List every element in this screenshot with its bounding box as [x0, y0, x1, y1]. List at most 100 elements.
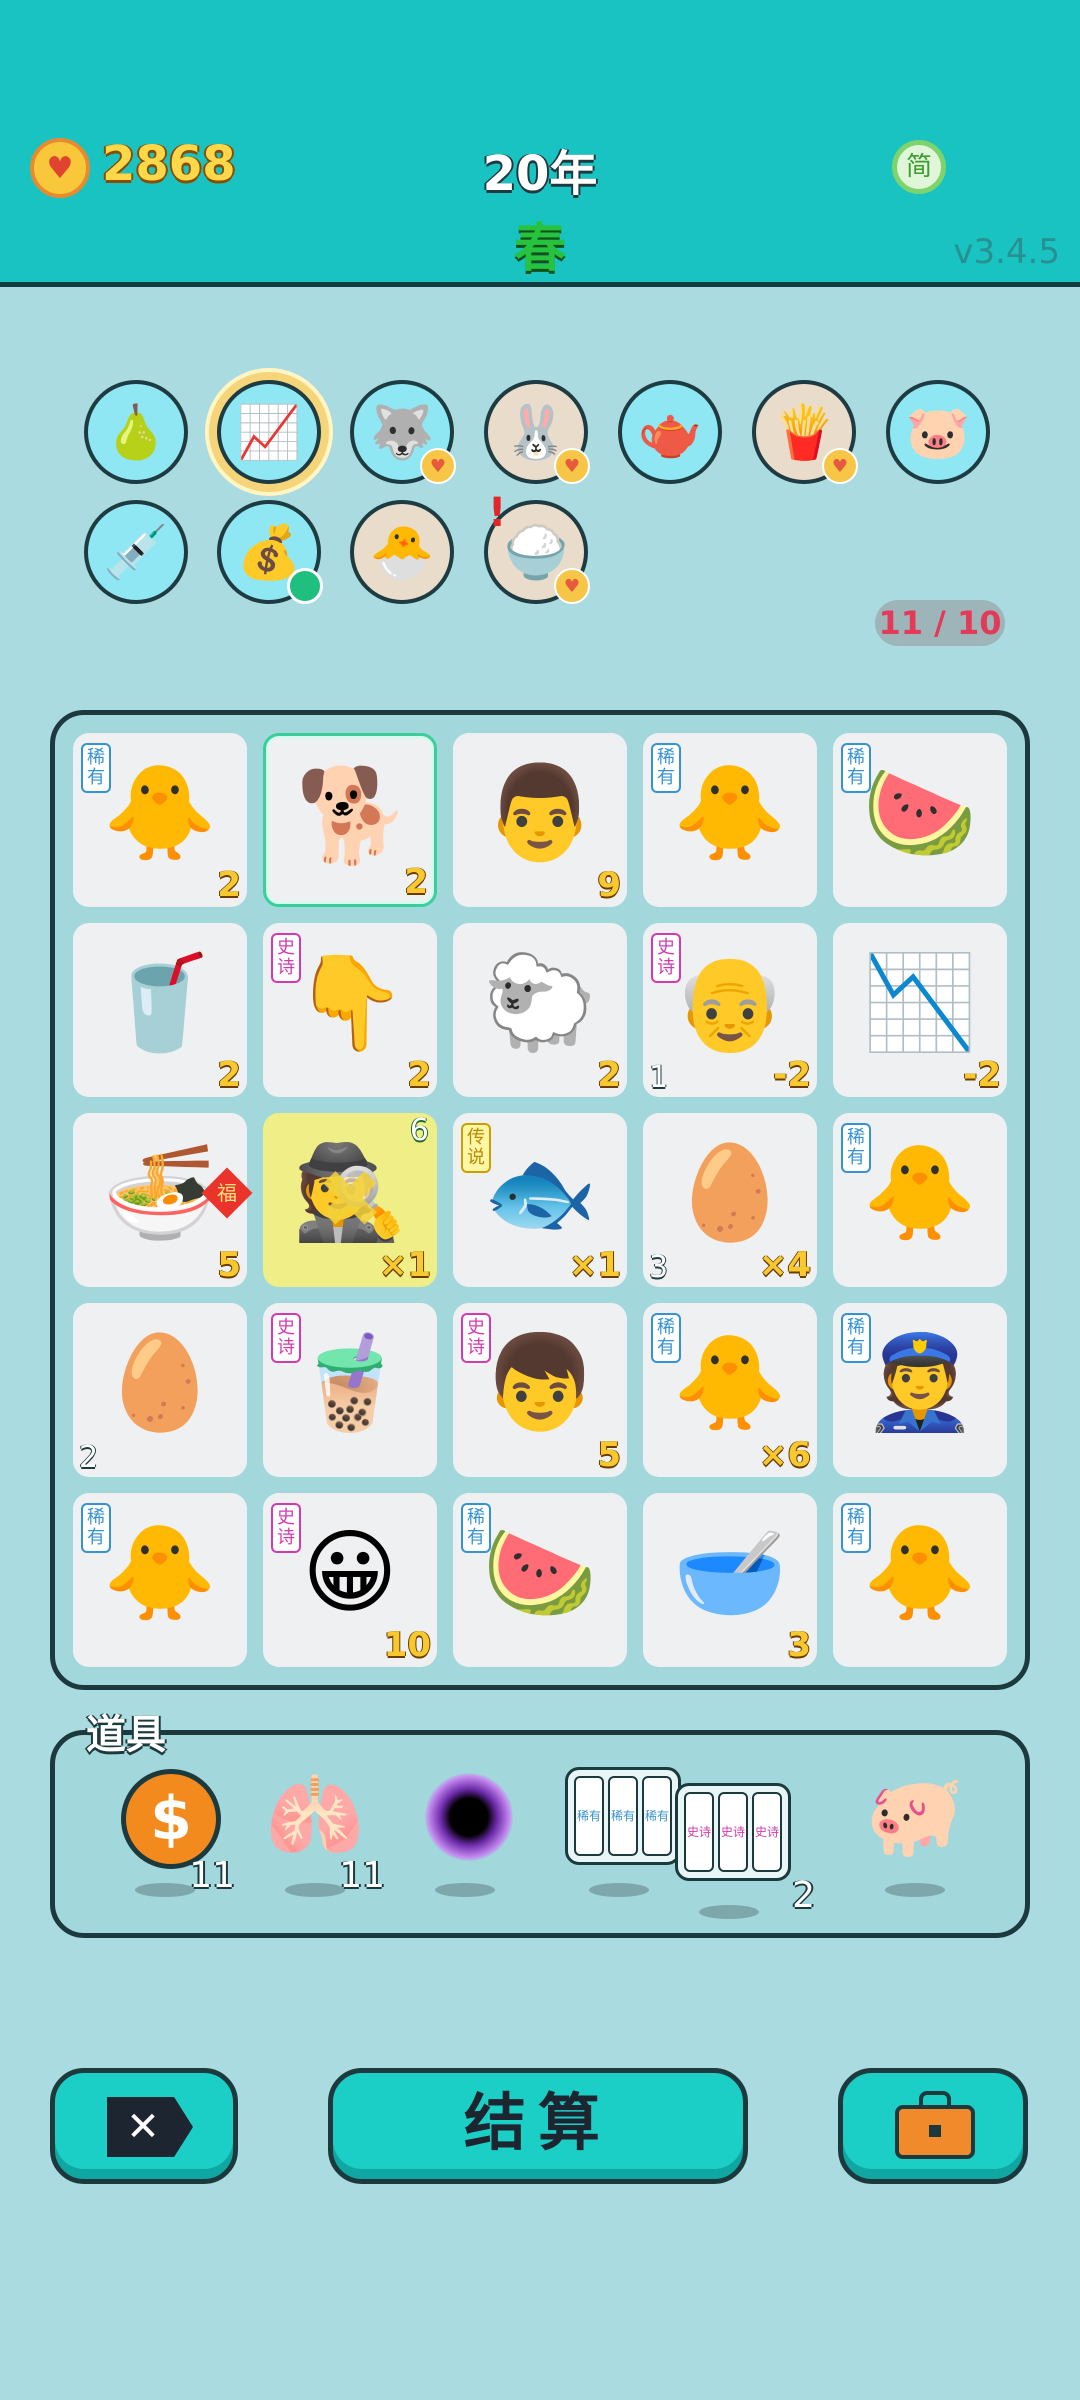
board-cell[interactable]: 🐟 传说 ×1: [453, 1113, 627, 1287]
owned-item-icon: 🍐: [103, 402, 169, 463]
tool-epic-cards[interactable]: 史诗 史诗 史诗 2: [675, 1775, 815, 1925]
settle-label: 结算: [463, 2086, 612, 2159]
rare-card: 稀有: [574, 1776, 604, 1856]
cell-value: 5: [217, 1245, 241, 1285]
settle-button[interactable]: 结算: [328, 2068, 748, 2184]
cell-value: 5: [597, 1435, 621, 1475]
rarity-tag: 稀有: [81, 1503, 111, 1553]
board-cell[interactable]: 🐥 稀有 ×6: [643, 1303, 817, 1477]
board-cell[interactable]: 🐑 2: [453, 923, 627, 1097]
cell-value: 2: [597, 1055, 621, 1095]
board-cell[interactable]: 🍉 稀有: [833, 733, 1007, 907]
board-cell[interactable]: 🐥 稀有: [833, 1113, 1007, 1287]
board-cell[interactable]: 🐥 稀有: [643, 733, 817, 907]
owned-item-icon: 💉: [103, 522, 169, 583]
top-bar: ♥ 2868 20年 春 简 v3.4.5: [0, 0, 1080, 287]
season-label: 春: [513, 219, 566, 279]
symbol-icon: 🐕: [295, 762, 411, 869]
tool-epic-cards-count: 2: [792, 1875, 815, 1916]
owned-item-0[interactable]: 🍐: [84, 380, 188, 484]
rarity-tag: 稀有: [651, 1313, 681, 1363]
board-cell[interactable]: 👇 史诗 2: [263, 923, 437, 1097]
cell-value: ×4: [758, 1245, 811, 1285]
epic-cards-icon: 史诗 史诗 史诗: [675, 1783, 791, 1881]
cell-value: ×1: [378, 1245, 431, 1285]
item-counter: 11 / 10: [875, 600, 1005, 646]
symbol-icon: 👨: [482, 759, 598, 866]
board-cell[interactable]: 👴 史诗 -2 1: [643, 923, 817, 1097]
tool-coin-count: 11: [189, 1855, 235, 1896]
board-cell[interactable]: 👦 史诗 5: [453, 1303, 627, 1477]
board-cell[interactable]: 😀 史诗 10: [263, 1493, 437, 1667]
cell-value: -2: [773, 1055, 811, 1095]
game-board: 🐥 稀有 2 🐕 2 👨 9 🐥 稀有 🍉 稀有 🥤 2 👇 史诗 2 🐑 2 👴 史诗 -2 1 📉 -2 🍜 福 5 🕵 ✖ ×1 6 🐟…: [50, 710, 1030, 1690]
cell-value: 2: [404, 862, 428, 902]
tool-liver-count: 11: [339, 1855, 385, 1896]
version-label: v3.4.5: [953, 232, 1060, 272]
black-hole-icon: [425, 1773, 513, 1861]
owned-item-3[interactable]: 🐰 ♥: [484, 380, 590, 484]
status-dot: [287, 568, 323, 604]
board-cell[interactable]: 🐕 2: [263, 733, 437, 907]
owned-item-1[interactable]: 📈: [217, 380, 321, 484]
board-cell[interactable]: 🍉 稀有: [453, 1493, 627, 1667]
tool-rare-cards[interactable]: 稀有 稀有 稀有: [565, 1759, 685, 1909]
cell-value: 9: [597, 865, 621, 905]
owned-item-8[interactable]: 💰: [217, 500, 323, 604]
language-toggle-button[interactable]: 简: [892, 140, 946, 194]
board-cell[interactable]: 🐥 稀有 2: [73, 733, 247, 907]
rare-cards-icon: 稀有 稀有 稀有: [565, 1767, 681, 1865]
owned-item-10[interactable]: 🍚 ♥!: [484, 490, 590, 604]
board-cell[interactable]: 🥚 2: [73, 1303, 247, 1477]
symbol-icon: 🥤: [102, 949, 218, 1056]
epic-card: 史诗: [752, 1792, 782, 1872]
rarity-tag: 史诗: [271, 1503, 301, 1553]
board-cell[interactable]: 🥣 3: [643, 1493, 817, 1667]
piggy-bank-icon: 🐖: [865, 1769, 965, 1862]
cell-value: 10: [383, 1625, 431, 1665]
board-cell[interactable]: 🥤 2: [73, 923, 247, 1097]
rarity-tag: 稀有: [841, 1503, 871, 1553]
fortune-badge-text: 福: [217, 1181, 237, 1205]
board-cell[interactable]: 📉 -2: [833, 923, 1007, 1097]
board-cell[interactable]: 👨 9: [453, 733, 627, 907]
board-cell[interactable]: 🐥 稀有: [833, 1493, 1007, 1667]
symbol-icon: 📉: [862, 949, 978, 1056]
cell-bonus: 6: [409, 1113, 429, 1148]
board-cell[interactable]: 👮 稀有: [833, 1303, 1007, 1477]
rarity-tag: 稀有: [841, 1313, 871, 1363]
cell-value: 2: [217, 865, 241, 905]
owned-item-2[interactable]: 🐺 ♥: [350, 380, 456, 484]
rarity-tag: 稀有: [841, 1123, 871, 1173]
owned-item-4[interactable]: 🫖: [618, 380, 722, 484]
cell-counter: 2: [79, 1440, 99, 1475]
heart-badge-icon: ♥: [554, 448, 590, 484]
heart-badge-icon: ♥: [420, 448, 456, 484]
cell-value: 3: [787, 1625, 811, 1665]
owned-item-icon: 🐷: [905, 402, 971, 463]
owned-item-icon: 🐣: [369, 522, 435, 583]
board-cell[interactable]: 🕵 ✖ ×1 6: [263, 1113, 437, 1287]
owned-item-7[interactable]: 💉: [84, 500, 188, 604]
board-cell[interactable]: 🍜 福 5: [73, 1113, 253, 1287]
tools-title: 道具: [86, 1712, 166, 1758]
board-cell[interactable]: 🐥 稀有: [73, 1493, 247, 1667]
tool-liver[interactable]: 🫁 11: [255, 1759, 385, 1909]
cell-value: 2: [407, 1055, 431, 1095]
tool-coin[interactable]: $ 11: [105, 1759, 235, 1909]
owned-item-9[interactable]: 🐣: [350, 500, 454, 604]
board-cell[interactable]: 🥚 ×4 3: [643, 1113, 817, 1287]
rarity-tag: 史诗: [651, 933, 681, 983]
owned-item-icon: 🫖: [637, 402, 703, 463]
tool-black-hole[interactable]: [405, 1759, 525, 1909]
close-icon: ✕: [107, 2097, 193, 2157]
inventory-button[interactable]: [838, 2068, 1028, 2184]
cell-counter: 3: [649, 1250, 669, 1285]
cell-counter: 1: [649, 1060, 669, 1095]
owned-item-6[interactable]: 🐷: [886, 380, 990, 484]
owned-item-5[interactable]: 🍟 ♥: [752, 380, 858, 484]
board-cell[interactable]: 🧋 史诗: [263, 1303, 437, 1477]
rare-card: 稀有: [642, 1776, 672, 1856]
tool-piggy[interactable]: 🐖: [855, 1759, 975, 1909]
close-button[interactable]: ✕: [50, 2068, 238, 2184]
